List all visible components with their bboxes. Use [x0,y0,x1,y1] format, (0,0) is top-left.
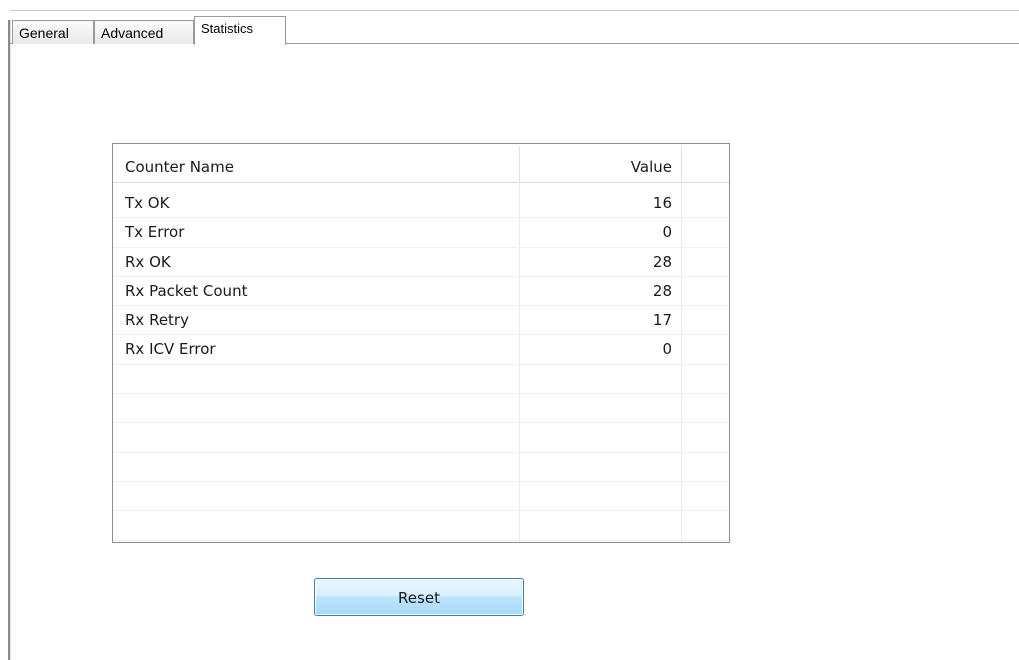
column-divider[interactable] [681,146,682,182]
reset-button[interactable]: Reset [314,578,524,616]
table-row[interactable] [113,482,729,512]
table-row[interactable]: Tx OK 16 [113,189,729,219]
counter-name-cell: Rx Packet Count [125,281,248,300]
table-row[interactable] [113,423,729,453]
column-divider[interactable] [519,146,520,182]
list-rows: Tx OK 16 Tx Error 0 Rx OK 28 Rx Packet C… [113,189,729,541]
list-header: Counter Name Value [113,144,729,183]
table-row[interactable]: Rx ICV Error 0 [113,335,729,365]
counter-value-cell: 28 [652,281,672,300]
table-row[interactable] [113,453,729,482]
counter-value-cell: 17 [652,311,672,330]
counter-name-cell: Tx OK [125,194,170,212]
table-row[interactable]: Rx Retry 17 [113,306,729,336]
counter-name-cell: Rx OK [125,252,171,271]
table-row[interactable] [113,365,729,395]
counter-name-cell: Rx ICV Error [125,340,216,359]
counter-value-cell: 0 [662,223,672,242]
column-header-value[interactable]: Value [520,144,672,182]
counter-value-cell: 28 [652,252,672,271]
table-row[interactable]: Tx Error 0 [113,218,729,248]
counter-value-cell: 16 [652,194,672,212]
counter-name-cell: Rx Retry [125,311,189,330]
table-row[interactable] [113,511,729,541]
counter-name-cell: Tx Error [125,223,185,242]
tab-advanced[interactable]: Advanced [94,20,194,44]
top-border [10,10,1019,11]
statistics-window: General Advanced Statistics Counter Name… [0,0,1019,660]
tab-general[interactable]: General [12,20,94,44]
counter-value-cell: 0 [662,340,672,359]
counters-list[interactable]: Counter Name Value Tx OK 16 Tx Error 0 R… [112,143,730,543]
column-header-counter-name[interactable]: Counter Name [125,144,234,182]
tab-statistics[interactable]: Statistics [194,16,286,45]
tab-bar: General Advanced Statistics [10,14,1019,45]
table-row[interactable]: Rx Packet Count 28 [113,277,729,307]
table-row[interactable]: Rx OK 28 [113,248,729,277]
table-row[interactable] [113,394,729,424]
window-left-border-highlight [10,20,11,660]
